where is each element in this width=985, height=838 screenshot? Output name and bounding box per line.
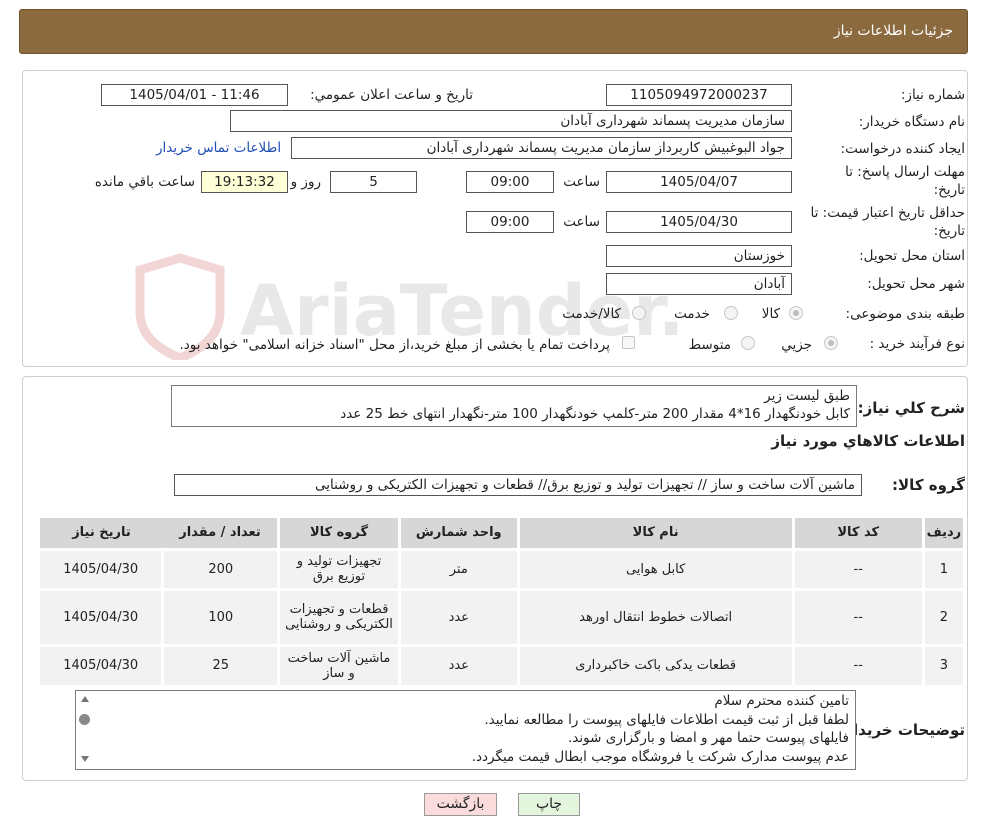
cell-row: 2 xyxy=(923,587,967,645)
treasury-note: پرداخت تمام یا بخشی از مبلغ خرید،از محل … xyxy=(179,337,610,353)
cell-date: 1405/04/30 xyxy=(40,643,165,685)
cell-unit: عدد xyxy=(399,643,520,685)
category-service-label: خدمت xyxy=(674,306,710,322)
goods-info-title: اطلاعات کالاهاي مورد نیاز xyxy=(771,432,965,450)
validity-label-date: تاریخ: xyxy=(933,223,965,239)
table-row: 3 -- قطعات یدکی باکت خاکبرداری عدد ماشین… xyxy=(40,643,967,685)
buyer-org-label: نام دستگاه خریدار: xyxy=(858,114,965,130)
creator-field: جواد البوغبیش کاربرداز سازمان مدیریت پسم… xyxy=(291,137,792,159)
summary-label: شرح کلي نیاز: xyxy=(857,399,965,417)
buyer-notes-textarea[interactable]: تامین کننده محترم سلام لطفا قبل از ثبت ق… xyxy=(75,690,856,770)
treasury-checkbox[interactable] xyxy=(622,336,635,349)
cell-name: اتصالات خطوط انتقال اورهد xyxy=(518,587,795,645)
goods-group-label: گروه کالا: xyxy=(892,476,965,494)
cell-group: تجهیزات تولید و توزیع برق xyxy=(278,547,401,589)
remaining-time-field: 19:13:32 xyxy=(201,171,288,193)
col-code: کد کالا xyxy=(793,518,925,549)
table-header-row: ردیف کد کالا نام کالا واحد شمارش گروه کا… xyxy=(40,518,967,549)
validity-label: حداقل تاریخ اعتبار قیمت: تا xyxy=(810,205,965,221)
table-row: 2 -- اتصالات خطوط انتقال اورهد عدد قطعات… xyxy=(40,587,967,645)
cell-group: ماشین آلات ساخت و ساز xyxy=(278,643,401,685)
cell-qty: 200 xyxy=(162,547,281,589)
cell-row: 1 xyxy=(923,547,967,589)
province-field: خوزستان xyxy=(606,245,792,267)
process-minor-radio[interactable] xyxy=(824,336,838,350)
cell-code: -- xyxy=(793,547,925,589)
category-label: طبقه بندی موضوعی: xyxy=(845,306,965,322)
cell-date: 1405/04/30 xyxy=(40,547,165,589)
print-button[interactable]: چاپ xyxy=(518,793,580,816)
table-row: 1 -- کابل هوایی متر تجهیزات تولید و توزی… xyxy=(40,547,967,589)
validity-time-label: ساعت xyxy=(563,214,600,230)
deadline-label-date: تاریخ: xyxy=(933,182,965,198)
category-goods-radio[interactable] xyxy=(789,306,803,320)
deadline-time-field: 09:00 xyxy=(466,171,554,193)
col-name: نام کالا xyxy=(518,518,795,549)
cell-qty: 100 xyxy=(162,587,281,645)
category-both-label: کالا/خدمت xyxy=(562,306,621,322)
announce-label: تاریخ و ساعت اعلان عمومي: xyxy=(310,87,473,103)
col-group: گروه کالا xyxy=(278,518,401,549)
cell-name: کابل هوایی xyxy=(518,547,795,589)
cell-code: -- xyxy=(793,587,925,645)
buyer-org-field: سازمان مدیریت پسماند شهرداری آبادان xyxy=(230,110,792,132)
buyer-note-line: عدم پیوست مدارک شرکت یا فروشگاه موجب ابط… xyxy=(471,748,849,765)
need-number-field: 1105094972000237 xyxy=(606,84,792,106)
deadline-date-field: 1405/04/07 xyxy=(606,171,792,193)
deadline-time-label: ساعت xyxy=(563,174,600,190)
city-label: شهر محل تحویل: xyxy=(867,276,965,292)
col-qty: تعداد / مقدار xyxy=(162,518,281,549)
notes-scrollbar[interactable] xyxy=(77,692,93,768)
page-title: جزئیات اطلاعات نیاز xyxy=(833,23,953,39)
cell-qty: 25 xyxy=(162,643,281,685)
days-field: 5 xyxy=(330,171,417,193)
need-number-label: شماره نیاز: xyxy=(900,87,965,103)
summary-line-2: کابل خودنگهدار 16*4 مقدار 200 متر-کلمپ خ… xyxy=(340,406,850,422)
city-field: آبادان xyxy=(606,273,792,295)
category-goods-label: کالا xyxy=(761,306,780,322)
col-date: تاریخ نیاز xyxy=(40,518,163,549)
category-both-radio[interactable] xyxy=(632,306,646,320)
remaining-label: ساعت باقي مانده xyxy=(94,174,195,190)
announce-field: 1405/04/01 - 11:46 xyxy=(101,84,288,106)
buyer-notes-label: توضیحات خریدار: xyxy=(838,721,965,739)
buyer-contact-link[interactable]: اطلاعات تماس خریدار xyxy=(156,140,281,156)
goods-group-field: ماشین آلات ساخت و ساز // تجهیزات تولید و… xyxy=(174,474,862,496)
items-table: ردیف کد کالا نام کالا واحد شمارش گروه کا… xyxy=(40,518,967,685)
buyer-note-line: لطفا قبل از ثبت قیمت اطلاعات فایلهای پیو… xyxy=(484,711,849,728)
summary-textarea[interactable]: طبق لیست زیر کابل خودنگهدار 16*4 مقدار 2… xyxy=(171,385,857,427)
scroll-down-icon[interactable] xyxy=(81,756,89,762)
buyer-note-line: تامین کننده محترم سلام xyxy=(714,693,849,709)
process-medium-radio[interactable] xyxy=(741,336,755,350)
cell-group: قطعات و تجهیزات الکتریکی و روشنایی xyxy=(278,587,401,645)
validity-time-field: 09:00 xyxy=(466,211,554,233)
cell-row: 3 xyxy=(923,643,967,685)
back-button[interactable]: بازگشت xyxy=(424,793,497,816)
cell-unit: متر xyxy=(399,547,520,589)
cell-name: قطعات یدکی باکت خاکبرداری xyxy=(518,643,795,685)
days-label: روز و xyxy=(290,174,321,190)
creator-label: ایجاد کننده درخواست: xyxy=(840,141,965,157)
province-label: استان محل تحویل: xyxy=(859,248,965,264)
category-service-radio[interactable] xyxy=(724,306,738,320)
cell-unit: عدد xyxy=(399,587,520,645)
process-minor-label: جزيي xyxy=(781,337,812,353)
scroll-thumb[interactable] xyxy=(79,714,90,725)
scroll-up-icon[interactable] xyxy=(81,696,89,702)
page-header: جزئیات اطلاعات نیاز xyxy=(19,9,968,54)
buyer-note-line: فایلهای پیوست حتما مهر و امضا و بارگزاری… xyxy=(567,730,849,746)
col-row: ردیف xyxy=(923,518,967,549)
validity-date-field: 1405/04/30 xyxy=(606,211,792,233)
process-medium-label: متوسط xyxy=(688,337,731,353)
cell-date: 1405/04/30 xyxy=(40,587,165,645)
cell-code: -- xyxy=(793,643,925,685)
col-unit: واحد شمارش xyxy=(399,518,520,549)
process-label: نوع فرآیند خرید : xyxy=(869,336,965,352)
deadline-label: مهلت ارسال پاسخ: تا xyxy=(845,164,965,180)
summary-line-1: طبق لیست زیر xyxy=(764,388,850,404)
